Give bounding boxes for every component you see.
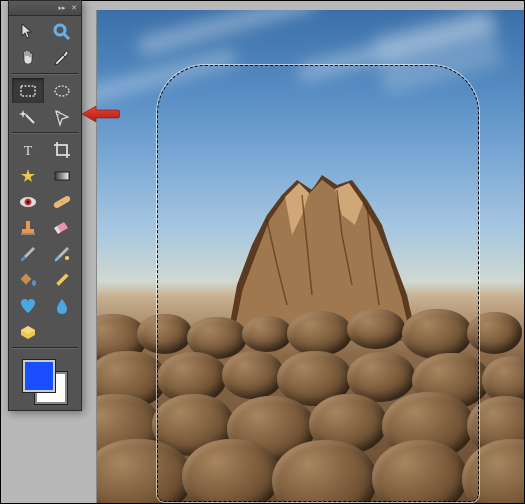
- stamp-icon: [18, 218, 38, 238]
- move-tool[interactable]: [12, 19, 44, 44]
- bucket-icon: [18, 270, 38, 290]
- hand-icon: [18, 48, 38, 68]
- heart-icon: [18, 296, 38, 316]
- magic-wand-tool[interactable]: [12, 104, 44, 129]
- shape-icon: [18, 166, 38, 186]
- brush-icon: [18, 244, 38, 264]
- smart-brush-icon: [52, 244, 72, 264]
- spot-healing-tool[interactable]: [46, 189, 78, 214]
- annotation-arrow: [80, 104, 120, 129]
- move-icon: [18, 22, 38, 42]
- canvas[interactable]: [96, 10, 525, 504]
- bandaid-icon: [52, 192, 72, 212]
- paint-bucket-tool[interactable]: [12, 267, 44, 292]
- tools-grid: T: [9, 16, 81, 354]
- blur-icon: [52, 296, 72, 316]
- sponge-icon: [18, 322, 38, 342]
- zoom-icon: [52, 22, 72, 42]
- red-eye-tool[interactable]: [12, 189, 44, 214]
- type-icon: T: [18, 140, 38, 160]
- eyedropper-icon: [52, 48, 72, 68]
- marquee-rect-icon: [18, 81, 38, 101]
- shape-tool[interactable]: [12, 163, 44, 188]
- collapse-icon[interactable]: ▸▸: [57, 4, 67, 12]
- pencil-tool[interactable]: [46, 267, 78, 292]
- smart-brush-tool[interactable]: [46, 241, 78, 266]
- close-icon[interactable]: ✕: [69, 4, 79, 12]
- eyedropper-tool[interactable]: [46, 45, 78, 70]
- panel-header: ▸▸ ✕: [9, 1, 81, 16]
- crop-icon: [52, 140, 72, 160]
- marquee-ellipse-icon: [52, 81, 72, 101]
- zoom-tool[interactable]: [46, 19, 78, 44]
- sponge-tool[interactable]: [12, 319, 44, 344]
- redeye-icon: [18, 192, 38, 212]
- heart-shape-tool[interactable]: [12, 293, 44, 318]
- color-picker: [9, 354, 81, 410]
- eraser-tool[interactable]: [46, 215, 78, 240]
- gradient-tool[interactable]: [46, 163, 78, 188]
- crop-tool[interactable]: [46, 137, 78, 162]
- empty-slot: [46, 319, 78, 344]
- gradient-icon: [52, 166, 72, 186]
- svg-text:T: T: [24, 144, 33, 159]
- wand-icon: [18, 107, 38, 127]
- foreground-color-swatch[interactable]: [23, 360, 55, 392]
- eraser-icon: [52, 218, 72, 238]
- rectangular-marquee-tool[interactable]: [12, 78, 44, 103]
- pencil-icon: [52, 270, 72, 290]
- quick-select-icon: [52, 107, 72, 127]
- type-tool[interactable]: T: [12, 137, 44, 162]
- clone-stamp-tool[interactable]: [12, 215, 44, 240]
- tools-panel: ▸▸ ✕: [8, 0, 82, 411]
- hand-tool[interactable]: [12, 45, 44, 70]
- quick-selection-tool[interactable]: [46, 104, 78, 129]
- elliptical-marquee-tool[interactable]: [46, 78, 78, 103]
- blur-tool[interactable]: [46, 293, 78, 318]
- boulders: [97, 284, 525, 504]
- brush-tool[interactable]: [12, 241, 44, 266]
